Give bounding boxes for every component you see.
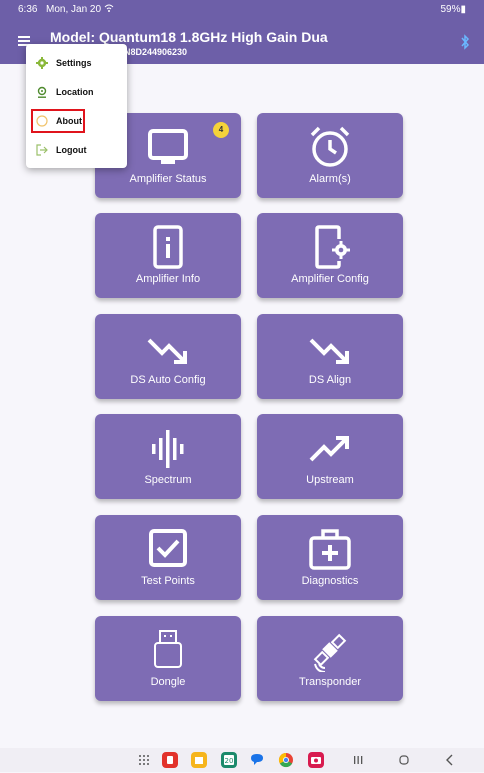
tile-label: Transponder bbox=[299, 676, 361, 688]
monitor-icon bbox=[143, 125, 193, 169]
calendar-day: 20 bbox=[225, 757, 234, 765]
page-title: Model: Quantum18 1.8GHz High Gain Dua bbox=[50, 29, 328, 45]
alarm-clock-icon bbox=[305, 125, 355, 169]
tile-upstream[interactable]: Upstream bbox=[257, 414, 403, 499]
app-chrome-icon[interactable] bbox=[278, 752, 294, 768]
trend-down-icon bbox=[143, 326, 193, 370]
back-icon[interactable] bbox=[442, 752, 458, 768]
tile-label: DS Align bbox=[308, 374, 352, 386]
trend-down-icon bbox=[305, 326, 355, 370]
app-calendar-icon[interactable]: 20 bbox=[221, 752, 237, 768]
gear-icon bbox=[36, 57, 48, 69]
recents-icon[interactable] bbox=[350, 752, 366, 768]
wifi-icon bbox=[104, 3, 114, 16]
tile-label: Amplifier Info bbox=[135, 273, 201, 285]
tile-label: Dongle bbox=[150, 676, 186, 688]
bluetooth-icon[interactable] bbox=[460, 34, 470, 55]
app-red-icon[interactable] bbox=[162, 752, 178, 768]
battery-level: 59%▮ bbox=[440, 4, 466, 15]
tile-amplifier-info[interactable]: Amplifier Info bbox=[95, 213, 241, 298]
tile-diagnostics[interactable]: Diagnostics bbox=[257, 515, 403, 600]
app-files-icon[interactable] bbox=[191, 752, 207, 768]
trend-up-icon bbox=[305, 426, 355, 470]
app-messages-icon[interactable] bbox=[249, 752, 265, 768]
app-camera-icon[interactable] bbox=[308, 752, 324, 768]
tile-label: Amplifier Config bbox=[291, 273, 369, 285]
location-pin-icon bbox=[36, 86, 48, 98]
tile-ds-auto-config[interactable]: DS Auto Config bbox=[95, 314, 241, 399]
menu-item-label: Logout bbox=[56, 145, 87, 155]
logout-icon bbox=[36, 144, 48, 156]
waveform-icon bbox=[143, 426, 193, 470]
battery-icon: ▮ bbox=[460, 4, 466, 15]
menu-item-location[interactable]: Location bbox=[26, 81, 127, 103]
tile-label: Upstream bbox=[306, 474, 354, 486]
tile-spectrum[interactable]: Spectrum bbox=[95, 414, 241, 499]
satellite-icon bbox=[305, 628, 355, 673]
menu-item-settings[interactable]: Settings bbox=[26, 52, 127, 74]
tile-label: Test Points bbox=[141, 575, 195, 587]
tile-label: DS Auto Config bbox=[130, 374, 206, 386]
tile-amplifier-config[interactable]: Amplifier Config bbox=[257, 213, 403, 298]
menu-item-logout[interactable]: Logout bbox=[26, 139, 127, 161]
medical-kit-icon bbox=[305, 527, 355, 571]
status-date: Mon, Jan 20 bbox=[46, 4, 102, 15]
tile-dongle[interactable]: Dongle bbox=[95, 616, 241, 701]
status-bar: 6:36 Mon, Jan 20 59%▮ bbox=[0, 0, 484, 20]
checkbox-icon bbox=[143, 527, 193, 571]
menu-item-label: Location bbox=[56, 87, 94, 97]
notification-badge: 4 bbox=[213, 122, 229, 138]
tile-label: Diagnostics bbox=[301, 575, 359, 587]
device-settings-icon bbox=[305, 225, 355, 269]
about-highlight-box bbox=[31, 109, 85, 133]
tile-ds-align[interactable]: DS Align bbox=[257, 314, 403, 399]
status-time: 6:36 bbox=[18, 4, 38, 15]
tile-label: Alarm(s) bbox=[309, 173, 351, 185]
serial-number: N8D244906230 bbox=[124, 47, 188, 57]
tile-alarms[interactable]: Alarm(s) bbox=[257, 113, 403, 198]
battery-text: 59% bbox=[440, 4, 461, 15]
home-icon[interactable] bbox=[396, 752, 412, 768]
tile-label: Spectrum bbox=[144, 474, 192, 486]
tile-test-points[interactable]: Test Points bbox=[95, 515, 241, 600]
tile-label: Amplifier Status bbox=[129, 173, 207, 185]
drawer-menu: Settings Location About Logout bbox=[26, 44, 127, 168]
usb-dongle-icon bbox=[143, 628, 193, 672]
tile-transponder[interactable]: Transponder bbox=[257, 616, 403, 701]
menu-item-label: Settings bbox=[56, 58, 92, 68]
device-info-icon bbox=[143, 225, 193, 269]
system-nav-bar: 20 bbox=[0, 748, 484, 772]
apps-grid-icon[interactable] bbox=[136, 752, 152, 768]
